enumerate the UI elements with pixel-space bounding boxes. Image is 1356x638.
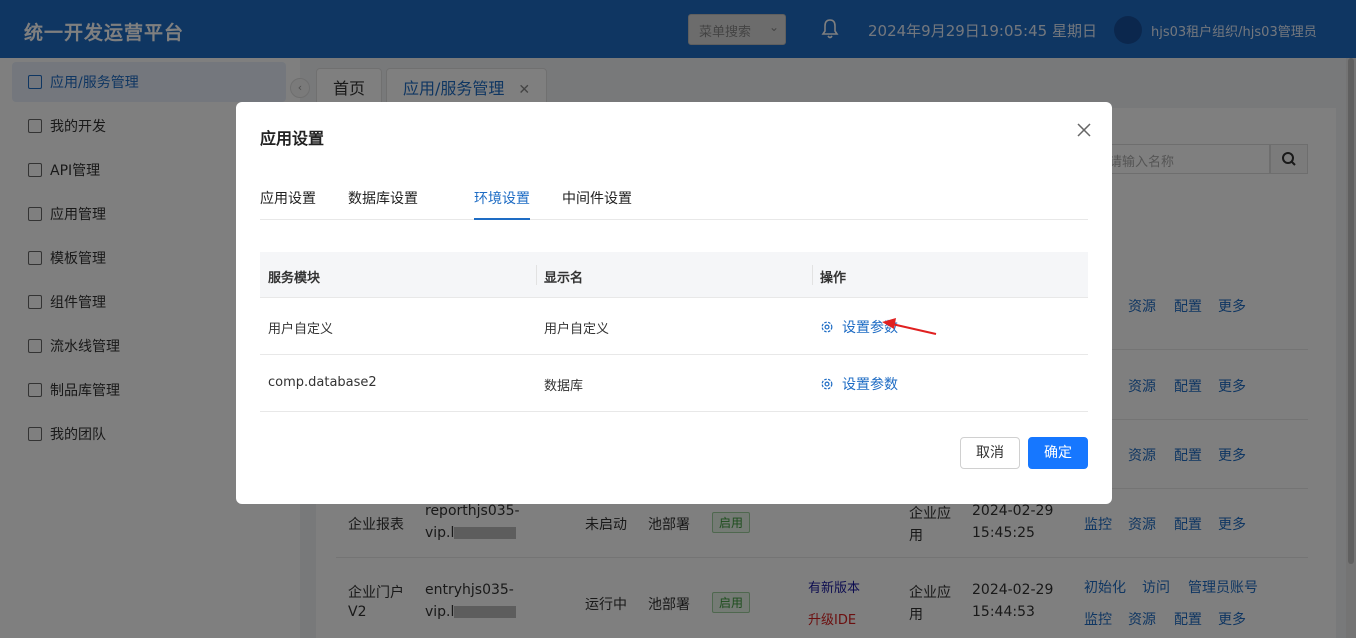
confirm-button[interactable]: 确定: [1028, 437, 1088, 469]
module-cell: 用户自定义: [268, 322, 334, 337]
gear-icon: [821, 378, 833, 390]
tab-middleware-settings[interactable]: 中间件设置: [562, 188, 632, 208]
module-cell: comp.database2: [268, 375, 377, 390]
active-tab-indicator: [474, 218, 530, 220]
gear-icon: [821, 321, 833, 333]
set-params-label: 设置参数: [842, 377, 898, 393]
column-divider: [536, 265, 537, 285]
tab-database-settings[interactable]: 数据库设置: [348, 188, 418, 208]
table-row: comp.database2 数据库 设置参数: [260, 355, 1088, 412]
table-header: 服务模块 显示名 操作: [260, 252, 1088, 298]
table-row: 用户自定义 用户自定义 设置参数: [260, 298, 1088, 355]
display-name-cell: 用户自定义: [544, 322, 610, 337]
display-name-cell: 数据库: [544, 379, 584, 394]
tab-app-settings[interactable]: 应用设置: [260, 188, 316, 208]
tab-environment-settings[interactable]: 环境设置: [474, 188, 530, 208]
annotation-arrow-icon: [882, 318, 937, 335]
col-display-name: 显示名: [544, 271, 584, 286]
cancel-button[interactable]: 取消: [960, 437, 1020, 469]
column-divider: [812, 265, 813, 285]
set-params-link[interactable]: 设置参数: [820, 374, 898, 394]
close-icon[interactable]: [1074, 120, 1094, 140]
env-settings-table: 服务模块 显示名 操作 用户自定义 用户自定义 设置参数 comp.databa…: [260, 252, 1088, 412]
app-settings-dialog: 应用设置 应用设置 数据库设置 环境设置 中间件设置 服务模块 显示名 操作 用…: [236, 102, 1112, 504]
dialog-title: 应用设置: [260, 129, 325, 148]
col-module: 服务模块: [268, 271, 321, 286]
col-action: 操作: [820, 271, 847, 286]
settings-tabs: 应用设置 数据库设置 环境设置 中间件设置: [260, 178, 1088, 220]
